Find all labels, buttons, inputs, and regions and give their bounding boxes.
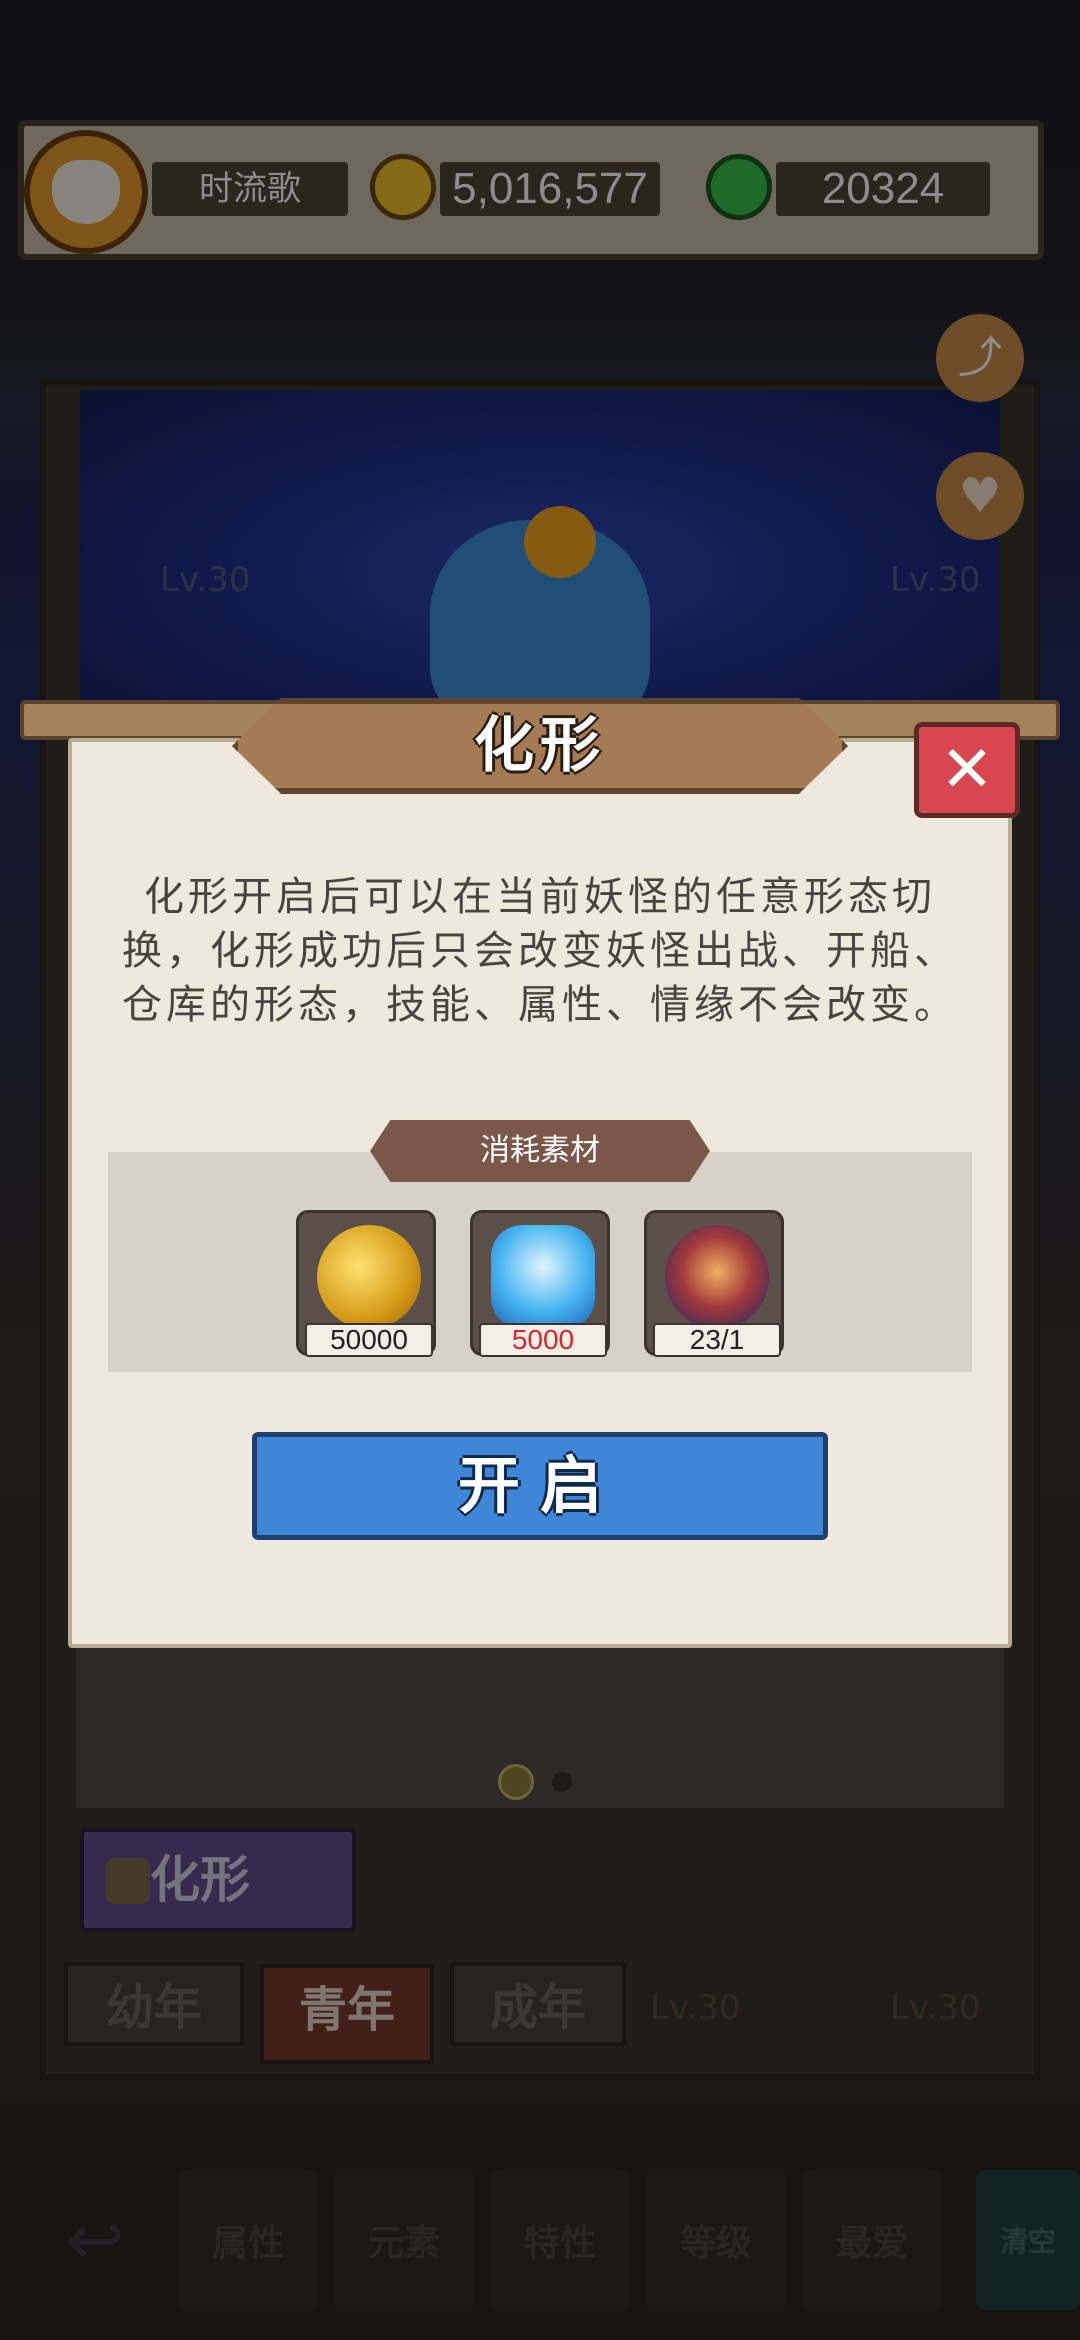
materials-label: 消耗素材: [480, 1133, 600, 1168]
gold-coins-icon: [317, 1225, 421, 1329]
spirit-orb-icon: [665, 1225, 769, 1329]
close-button[interactable]: ✕: [914, 722, 1020, 818]
open-button-label: 开启: [457, 1449, 622, 1522]
material-count: 50000: [305, 1323, 433, 1357]
close-icon: ✕: [940, 733, 994, 807]
material-slot-crystal[interactable]: 5000: [470, 1210, 610, 1357]
material-count: 23/1: [653, 1323, 781, 1357]
material-slot-orb[interactable]: 23/1: [644, 1210, 784, 1357]
material-slot-coins[interactable]: 50000: [296, 1210, 436, 1357]
material-count: 5000: [479, 1323, 607, 1357]
dialog-description: 化形开启后可以在当前妖怪的任意形态切换，化形成功后只会改变妖怪出战、开船、仓库的…: [122, 874, 958, 1028]
blue-crystal-icon: [491, 1225, 595, 1329]
dialog-title: 化形: [474, 711, 606, 781]
